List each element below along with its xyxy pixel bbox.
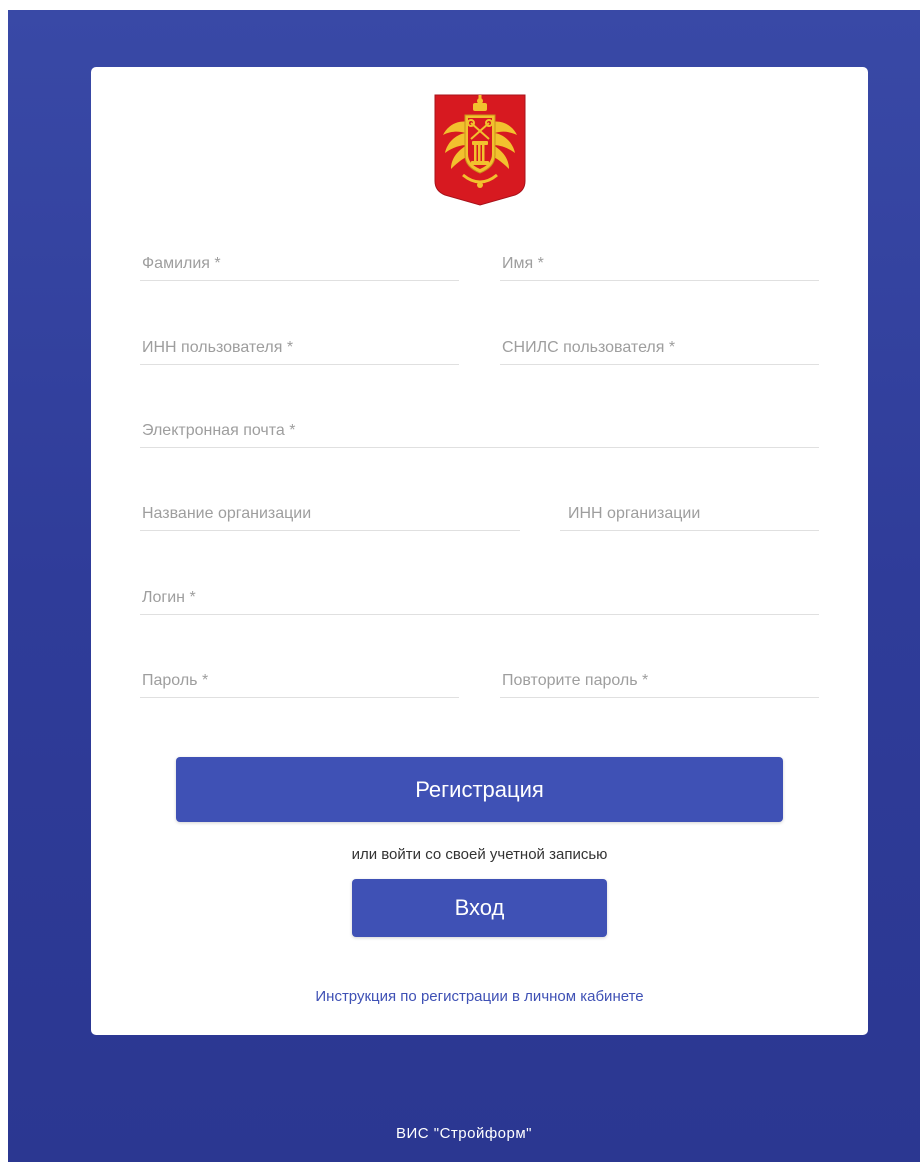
- login-button[interactable]: Вход: [352, 879, 607, 937]
- first-name-field[interactable]: [500, 247, 819, 281]
- org-name-input[interactable]: [140, 497, 520, 530]
- password-repeat-field[interactable]: [500, 664, 819, 698]
- register-button[interactable]: Регистрация: [176, 757, 783, 822]
- org-inn-field[interactable]: [560, 497, 819, 531]
- snils-field[interactable]: [500, 331, 819, 365]
- password-input[interactable]: [140, 664, 459, 697]
- coat-of-arms-icon: [433, 93, 527, 207]
- org-name-field[interactable]: [140, 497, 520, 531]
- registration-card: Регистрация или войти со своей учетной з…: [91, 67, 868, 1035]
- registration-instruction-link[interactable]: Инструкция по регистрации в личном кабин…: [91, 988, 868, 1005]
- first-name-input[interactable]: [500, 247, 819, 280]
- password-repeat-input[interactable]: [500, 664, 819, 697]
- footer-text: ВИС "Стройформ": [395, 1125, 533, 1142]
- user-inn-input[interactable]: [140, 331, 459, 364]
- login-alternative-text: или войти со своей учетной записью: [351, 846, 608, 863]
- last-name-input[interactable]: [140, 247, 459, 280]
- login-field[interactable]: [140, 581, 819, 615]
- snils-input[interactable]: [500, 331, 819, 364]
- user-inn-field[interactable]: [140, 331, 459, 365]
- email-field[interactable]: [140, 414, 819, 448]
- last-name-field[interactable]: [140, 247, 459, 281]
- email-input[interactable]: [140, 414, 819, 447]
- login-input[interactable]: [140, 581, 819, 614]
- org-inn-input[interactable]: [560, 497, 819, 530]
- password-field[interactable]: [140, 664, 459, 698]
